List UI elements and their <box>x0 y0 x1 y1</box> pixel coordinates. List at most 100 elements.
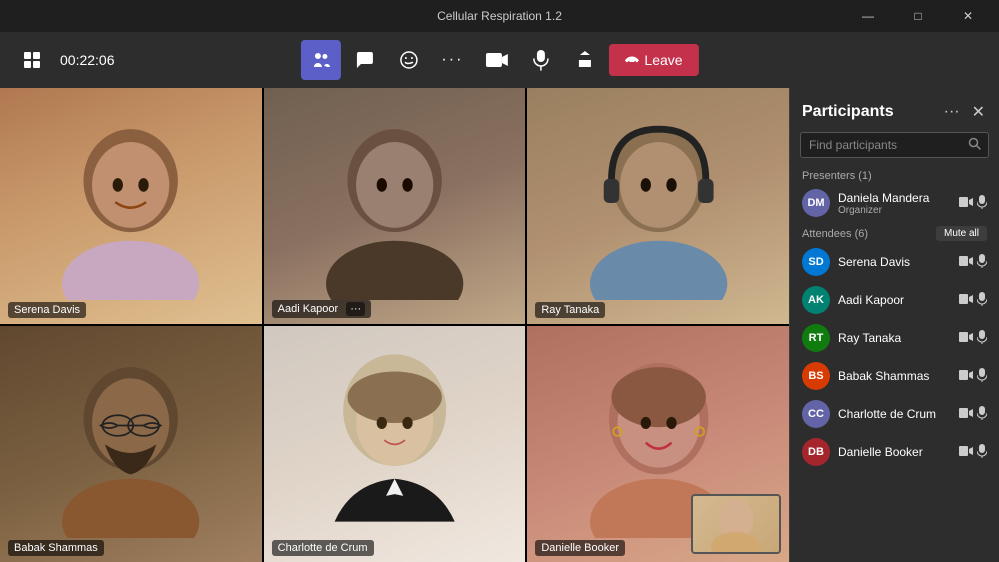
search-input[interactable] <box>800 132 989 158</box>
participant-info-charlotte: Charlotte de Crum <box>838 407 959 421</box>
leave-label: Leave <box>644 52 682 68</box>
avatar-babak-p: BS <box>802 362 830 390</box>
title-bar: Cellular Respiration 1.2 — □ ✕ <box>0 0 999 32</box>
mic-icon-serena <box>977 254 987 271</box>
window-controls: — □ ✕ <box>845 0 991 32</box>
avatar-charlotte-p: CC <box>802 400 830 428</box>
video-feed-charlotte <box>264 326 526 562</box>
minimize-button[interactable]: — <box>845 0 891 32</box>
participant-icons-ray <box>959 330 987 347</box>
camera-icon-danielle <box>959 445 973 460</box>
camera-icon-daniela <box>959 196 973 211</box>
panel-close-button[interactable]: ✕ <box>970 100 987 124</box>
avatar-serena <box>26 112 235 301</box>
mic-icon-charlotte <box>977 406 987 423</box>
mic-icon-ray <box>977 330 987 347</box>
participant-info-aadi: Aadi Kapoor <box>838 293 959 307</box>
grid-view-button[interactable] <box>12 40 52 80</box>
participant-icons-aadi <box>959 292 987 309</box>
participants-list: Presenters (1) DM Daniela Mandera Organi… <box>790 166 999 562</box>
panel-more-button[interactable]: ··· <box>942 101 962 123</box>
presenters-section-label: Presenters (1) <box>794 166 995 184</box>
search-icon <box>968 137 981 153</box>
participant-name-daniela: Daniela Mandera <box>838 191 959 205</box>
video-cell-danielle-booker: Danielle Booker <box>527 326 789 562</box>
panel-title: Participants <box>802 103 894 121</box>
video-grid: Serena Davis Aadi Kapoor ··· <box>0 88 789 562</box>
camera-icon <box>485 51 507 69</box>
participant-info-babak: Babak Shammas <box>838 369 959 383</box>
mic-button[interactable] <box>520 40 560 80</box>
phone-leave-icon <box>624 53 638 67</box>
reactions-button[interactable] <box>388 40 428 80</box>
people-icon <box>310 50 330 70</box>
participant-name-babak: Babak Shammas <box>838 369 959 383</box>
search-box <box>800 132 989 158</box>
window-title: Cellular Respiration 1.2 <box>437 9 562 23</box>
participant-name-danielle: Danielle Booker <box>838 445 959 459</box>
avatar-aadi-p: AK <box>802 286 830 314</box>
name-label-ray: Ray Tanaka <box>535 302 605 318</box>
name-label-babak: Babak Shammas <box>8 540 104 556</box>
ellipsis-icon: ··· <box>441 51 463 69</box>
microphone-icon <box>532 49 548 71</box>
leave-button[interactable]: Leave <box>608 44 698 76</box>
mute-all-button[interactable]: Mute all <box>936 226 987 241</box>
call-timer: 00:22:06 <box>60 52 115 68</box>
name-label-charlotte: Charlotte de Crum <box>272 540 374 556</box>
grid-icon <box>23 51 41 69</box>
participant-icons-daniela <box>959 195 987 212</box>
camera-icon-aadi <box>959 293 973 308</box>
avatar-aadi <box>290 112 499 301</box>
camera-icon-ray <box>959 331 973 346</box>
camera-icon-serena <box>959 255 973 270</box>
video-feed-babak <box>0 326 262 562</box>
camera-icon-babak <box>959 369 973 384</box>
video-feed-aadi <box>264 88 526 324</box>
mic-icon-aadi <box>977 292 987 309</box>
camera-icon-charlotte <box>959 407 973 422</box>
avatar-daniela: DM <box>802 189 830 217</box>
participant-row-ray[interactable]: RT Ray Tanaka <box>794 319 995 357</box>
video-cell-charlotte-de-crum: Charlotte de Crum <box>264 326 526 562</box>
participant-row-aadi[interactable]: AK Aadi Kapoor <box>794 281 995 319</box>
participant-name-serena: Serena Davis <box>838 255 959 269</box>
self-avatar <box>711 497 761 552</box>
maximize-button[interactable]: □ <box>895 0 941 32</box>
toolbar: 00:22:06 ··· <box>0 32 999 88</box>
video-cell-ray-tanaka: Ray Tanaka <box>527 88 789 324</box>
panel-header: Participants ··· ✕ <box>790 88 999 132</box>
video-cell-serena-davis: Serena Davis <box>0 88 262 324</box>
participant-role-daniela: Organizer <box>838 205 959 216</box>
avatar-charlotte <box>290 350 499 539</box>
video-cell-aadi-kapoor: Aadi Kapoor ··· Mute <box>264 88 526 324</box>
participant-icons-danielle <box>959 444 987 461</box>
participant-icons-babak <box>959 368 987 385</box>
mic-icon-danielle <box>977 444 987 461</box>
participant-icons-charlotte <box>959 406 987 423</box>
participant-row-serena[interactable]: SD Serena Davis <box>794 243 995 281</box>
close-button[interactable]: ✕ <box>945 0 991 32</box>
attendees-section-label: Attendees (6) Mute all <box>794 222 995 243</box>
participant-row-babak[interactable]: BS Babak Shammas <box>794 357 995 395</box>
participant-info-danielle: Danielle Booker <box>838 445 959 459</box>
share-button[interactable] <box>564 40 604 80</box>
participants-button[interactable] <box>300 40 340 80</box>
participant-row-charlotte[interactable]: CC Charlotte de Crum <box>794 395 995 433</box>
participants-panel: Participants ··· ✕ Presenters (1) <box>789 88 999 562</box>
mic-icon-babak <box>977 368 987 385</box>
participant-name-charlotte: Charlotte de Crum <box>838 407 959 421</box>
participant-row-danielle[interactable]: DB Danielle Booker <box>794 433 995 471</box>
participant-row-daniela[interactable]: DM Daniela Mandera Organizer <box>794 184 995 222</box>
participant-info-serena: Serena Davis <box>838 255 959 269</box>
avatar-danielle-p: DB <box>802 438 830 466</box>
name-label-aadi: Aadi Kapoor ··· <box>272 300 372 318</box>
more-dots-badge[interactable]: ··· <box>346 302 365 316</box>
more-options-button[interactable]: ··· <box>432 40 472 80</box>
video-feed-serena <box>0 88 262 324</box>
chat-button[interactable] <box>344 40 384 80</box>
video-cell-babak-shammas: Babak Shammas <box>0 326 262 562</box>
avatar-ray <box>554 112 763 301</box>
video-feed-ray <box>527 88 789 324</box>
camera-button[interactable] <box>476 40 516 80</box>
